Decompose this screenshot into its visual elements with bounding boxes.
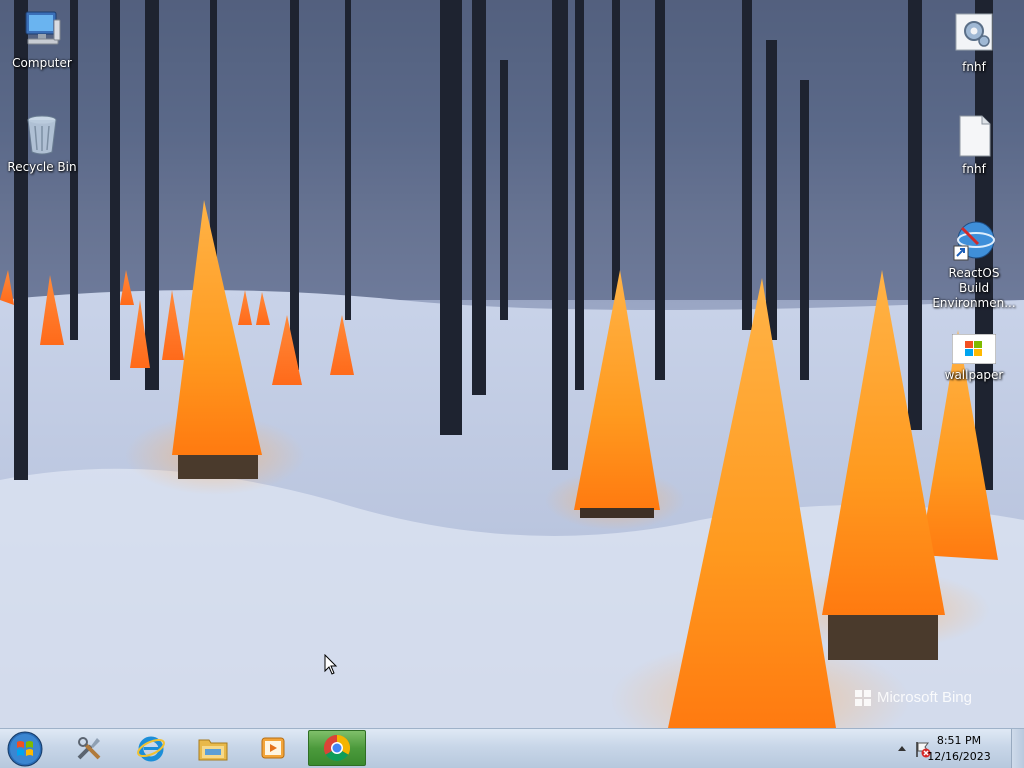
folder-icon: [198, 739, 228, 761]
snow-forest-scene: [0, 0, 1024, 728]
start-button[interactable]: [6, 730, 44, 768]
bing-watermark: Microsoft Bing: [854, 689, 972, 706]
system-clock[interactable]: 8:51 PM 12/16/2023: [924, 733, 994, 765]
taskbar-file-explorer-button[interactable]: [186, 730, 240, 766]
clock-date: 12/16/2023: [927, 750, 991, 763]
taskbar: 8:51 PM 12/16/2023: [0, 728, 1024, 768]
watermark-text: Microsoft Bing: [876, 689, 972, 706]
desktop-icon-label: wallpaper: [944, 368, 1004, 382]
taskbar-media-player-button[interactable]: [246, 730, 300, 766]
recycle-bin-icon: [20, 112, 64, 156]
show-desktop-button[interactable]: [1011, 729, 1024, 768]
computer-icon: [20, 8, 64, 52]
show-hidden-icons-chevron-icon[interactable]: [898, 745, 906, 751]
internet-explorer-icon: [137, 736, 165, 762]
text-document-icon: [952, 114, 996, 158]
desktop-wallpaper[interactable]: Microsoft Bing: [0, 0, 1024, 728]
desktop-icon-label: ReactOS Build Environmen...: [932, 266, 1016, 310]
desktop-icon-label: Recycle Bin: [7, 160, 77, 174]
desktop-icon-label: Computer: [12, 56, 72, 70]
taskbar-tools-button[interactable]: [62, 730, 116, 766]
desktop-icon-recycle-bin[interactable]: Recycle Bin: [0, 112, 84, 175]
clock-time: 8:51 PM: [936, 734, 982, 747]
shortcut-globe-icon: [952, 218, 996, 262]
desktop-icon-reactos-build[interactable]: ReactOS Build Environmen...: [932, 218, 1016, 311]
desktop-icon-label: fnhf: [962, 60, 986, 74]
desktop-icon-fnhf-document[interactable]: fnhf: [932, 114, 1016, 177]
desktop-icon-label: fnhf: [962, 162, 986, 176]
mouse-cursor-icon: [324, 654, 338, 675]
microsoft-logo-icon: [854, 689, 871, 706]
taskbar-internet-explorer-button[interactable]: [124, 730, 178, 766]
desktop-icon-fnhf-settings[interactable]: fnhf: [932, 12, 1016, 75]
tools-icon: [77, 737, 101, 760]
image-file-icon: [951, 333, 997, 365]
taskbar-chrome-button[interactable]: [308, 730, 366, 766]
desktop-icon-wallpaper[interactable]: wallpaper: [932, 333, 1016, 383]
chrome-icon: [323, 734, 351, 762]
settings-file-icon: [952, 12, 996, 56]
desktop-icon-computer[interactable]: Computer: [0, 8, 84, 71]
media-player-icon: [261, 737, 285, 759]
